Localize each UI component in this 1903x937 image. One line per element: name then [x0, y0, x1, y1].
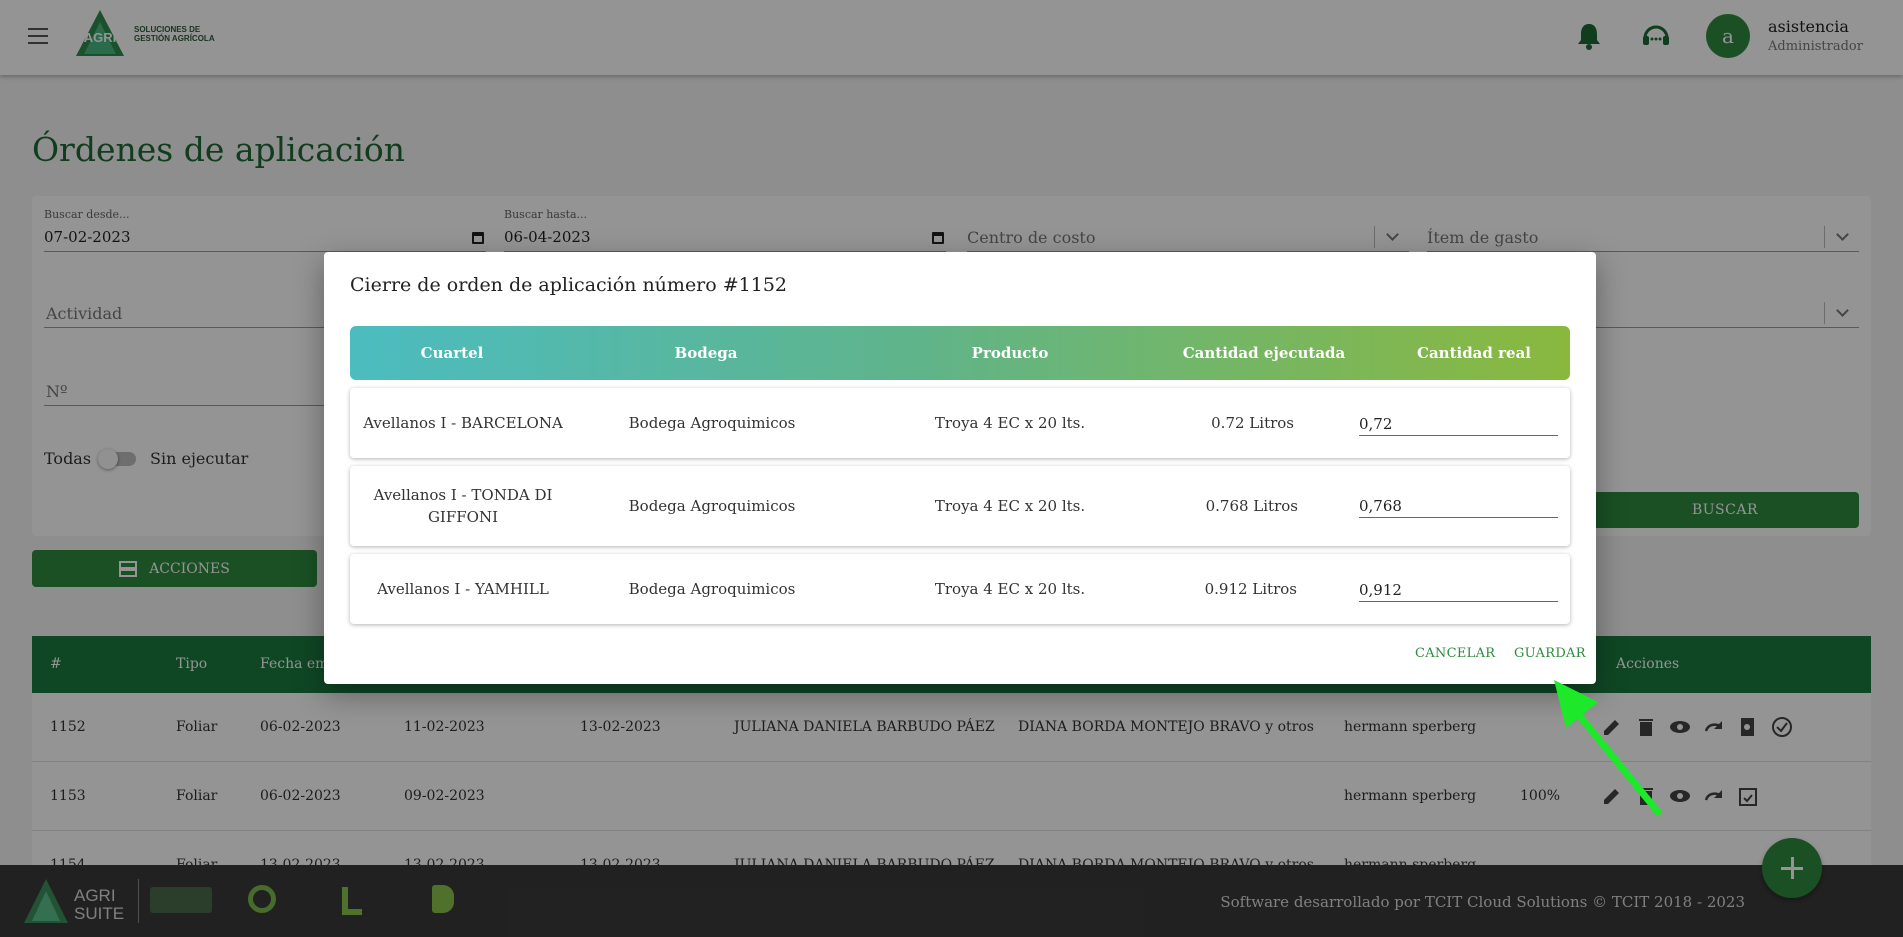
col-cantidad-ejecutada: Cantidad ejecutada	[1182, 344, 1346, 362]
col-bodega: Bodega	[674, 344, 738, 362]
dialog-row: Avellanos I - YAMHILL Bodega Agroquimico…	[350, 554, 1570, 624]
cantidad-real-input[interactable]	[1359, 408, 1558, 436]
cell-ejecutada: 0.912 Litros	[1204, 580, 1297, 598]
cell-ejecutada: 0.768 Litros	[1205, 497, 1298, 515]
cell-bodega: Bodega Agroquimicos	[628, 580, 796, 598]
cell-producto: Troya 4 EC x 20 lts.	[934, 580, 1086, 598]
col-cantidad-real: Cantidad real	[1417, 344, 1531, 362]
cell-bodega: Bodega Agroquimicos	[628, 497, 796, 515]
col-cuartel: Cuartel	[420, 344, 484, 362]
dialog-row: Avellanos I - BARCELONA Bodega Agroquimi…	[350, 388, 1570, 458]
cell-ejecutada: 0.72 Litros	[1211, 414, 1294, 432]
dialog-row: Avellanos I - TONDA DI GIFFONI Bodega Ag…	[350, 466, 1570, 546]
cantidad-real-input[interactable]	[1359, 490, 1558, 518]
cantidad-real-input[interactable]	[1359, 574, 1558, 602]
close-order-dialog: Cierre de orden de aplicación número #11…	[324, 252, 1596, 684]
cell-producto: Troya 4 EC x 20 lts.	[934, 414, 1086, 432]
cell-cuartel: Avellanos I - YAMHILL	[377, 580, 549, 598]
col-producto: Producto	[971, 344, 1049, 362]
cell-producto: Troya 4 EC x 20 lts.	[934, 497, 1086, 515]
cell-bodega: Bodega Agroquimicos	[628, 414, 796, 432]
save-button[interactable]: GUARDAR	[1514, 646, 1586, 661]
cancel-button[interactable]: CANCELAR	[1415, 646, 1495, 661]
annotation-arrow-icon	[1554, 680, 1662, 816]
cell-cuartel: Avellanos I - BARCELONA	[363, 414, 563, 432]
dialog-title: Cierre de orden de aplicación número #11…	[350, 274, 788, 296]
cell-cuartel: Avellanos I - TONDA DI GIFFONI	[373, 486, 553, 526]
dialog-table-header: Cuartel Bodega Producto Cantidad ejecuta…	[350, 326, 1570, 380]
